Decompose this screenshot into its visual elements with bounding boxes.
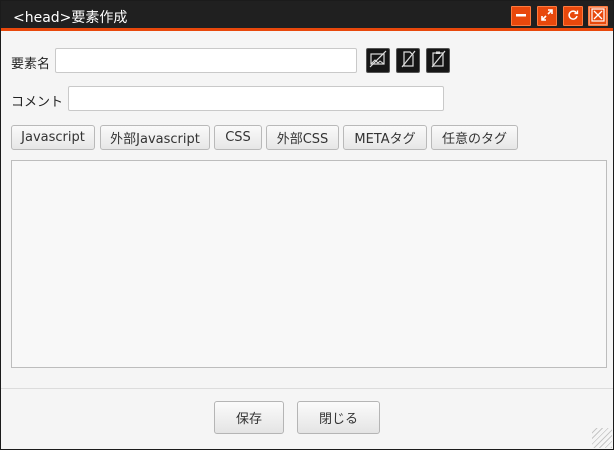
element-name-label: 要素名 bbox=[11, 57, 51, 72]
close-button[interactable]: 閉じる bbox=[297, 401, 380, 434]
minimize-icon bbox=[515, 9, 527, 23]
insert-css-button[interactable]: CSS bbox=[214, 125, 262, 150]
insert-javascript-button[interactable]: Javascript bbox=[11, 125, 95, 150]
toggle-clipboard-button[interactable] bbox=[426, 48, 450, 73]
resize-grip[interactable] bbox=[592, 428, 612, 448]
comment-label: コメント bbox=[11, 95, 64, 110]
toggle-document-button[interactable] bbox=[396, 48, 420, 73]
refresh-button[interactable] bbox=[563, 6, 583, 26]
image-off-icon bbox=[369, 50, 387, 72]
head-element-dialog: <head>要素作成 要素名 コメント Javascript 外部Javascr… bbox=[0, 0, 614, 450]
content-editor[interactable] bbox=[11, 160, 607, 368]
comment-input[interactable] bbox=[68, 86, 444, 111]
refresh-icon bbox=[567, 9, 579, 23]
insert-external-javascript-button[interactable]: 外部Javascript bbox=[100, 125, 210, 150]
title-bar[interactable]: <head>要素作成 bbox=[1, 1, 613, 31]
dialog-title: <head>要素作成 bbox=[13, 10, 128, 26]
minimize-button[interactable] bbox=[511, 6, 531, 26]
insert-external-css-button[interactable]: 外部CSS bbox=[266, 125, 339, 150]
element-name-input[interactable] bbox=[55, 48, 357, 73]
insert-meta-tag-button[interactable]: METAタグ bbox=[343, 125, 427, 150]
maximize-button[interactable] bbox=[537, 6, 557, 26]
save-button[interactable]: 保存 bbox=[214, 401, 284, 434]
insert-custom-tag-button[interactable]: 任意のタグ bbox=[431, 125, 518, 150]
toggle-image-button[interactable] bbox=[366, 48, 390, 73]
clipboard-off-icon bbox=[429, 50, 447, 72]
close-icon bbox=[591, 8, 605, 24]
footer-divider bbox=[1, 388, 613, 389]
close-window-button[interactable] bbox=[588, 6, 608, 26]
doc-off-icon bbox=[399, 50, 417, 72]
maximize-icon bbox=[541, 9, 553, 23]
